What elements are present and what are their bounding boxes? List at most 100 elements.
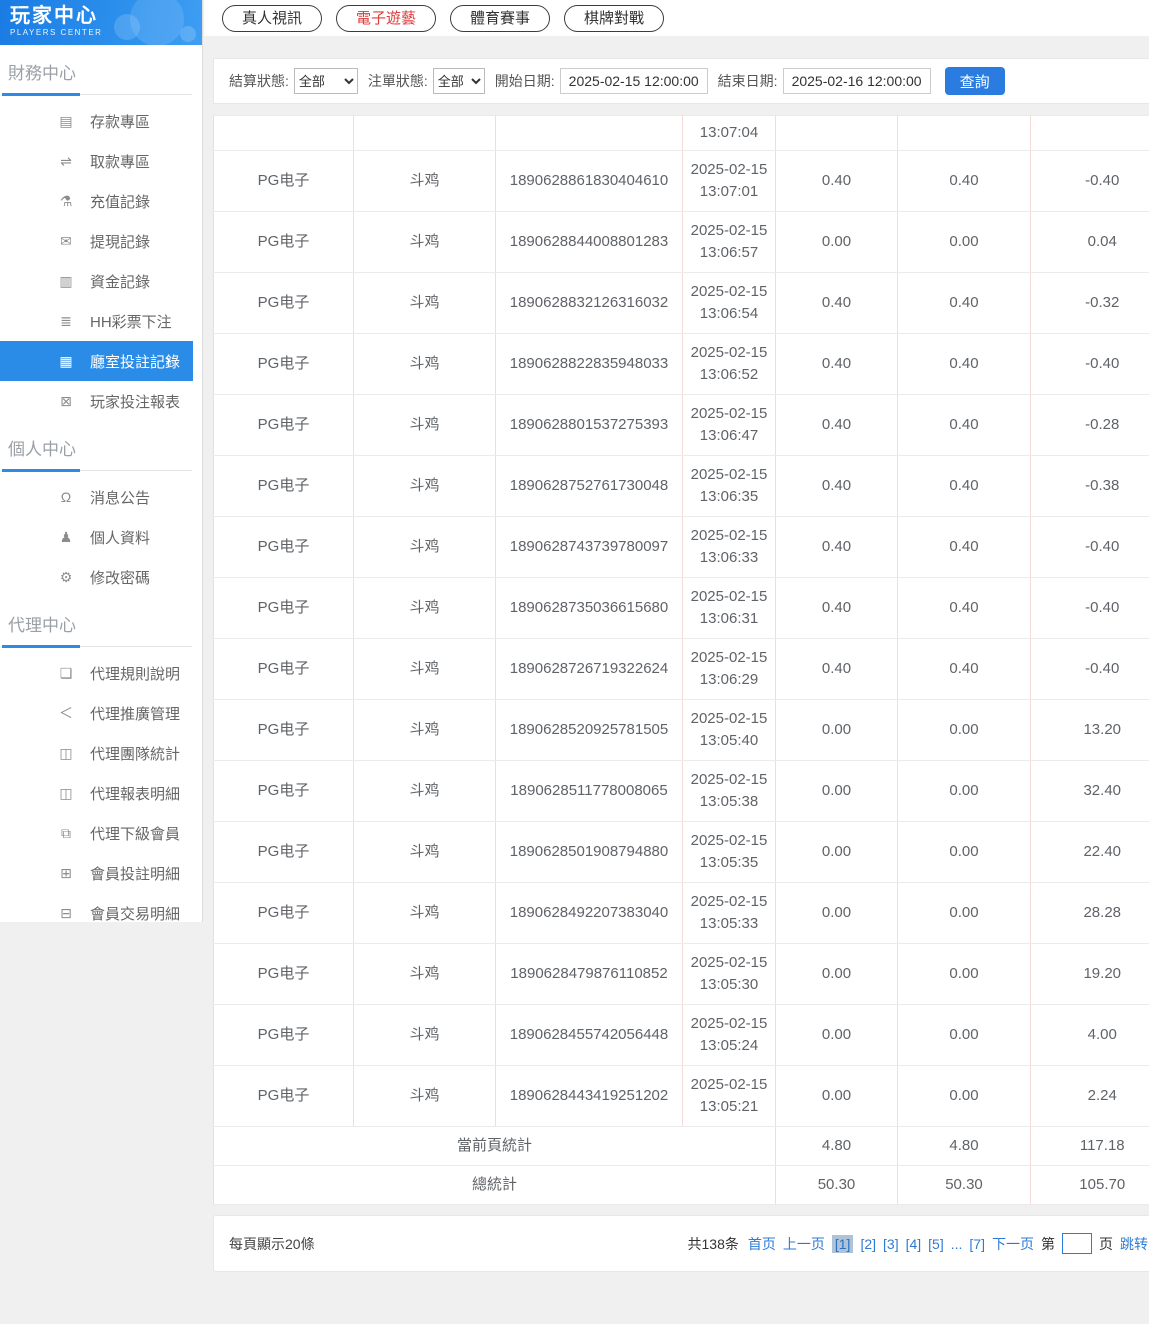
sidebar-item[interactable]: ◫代理報表明細 xyxy=(0,773,202,813)
jump-button[interactable]: 跳转 xyxy=(1120,1234,1148,1254)
sidebar-item[interactable]: ⊟ 會員交易明細 xyxy=(0,893,202,933)
agent-rules-icon: ❏ xyxy=(58,665,74,682)
valid-bet-cell: 0.40 xyxy=(898,578,1031,639)
deposit-icon: ▤ xyxy=(58,113,74,130)
app-logo: 玩家中心 PLAYERS CENTER xyxy=(0,0,202,45)
platform-cell: PG电子 xyxy=(214,700,354,761)
winloss-cell: -0.38 xyxy=(1031,456,1149,517)
page-link[interactable]: [3] xyxy=(883,1236,899,1252)
game-cell xyxy=(354,116,496,151)
bet-amount-cell: 0.00 xyxy=(776,212,898,273)
sidebar-item-label: 玩家投注報表 xyxy=(90,391,180,412)
jump-page-input[interactable] xyxy=(1062,1233,1092,1254)
valid-bet-cell: 0.00 xyxy=(898,1005,1031,1066)
end-date-input[interactable] xyxy=(783,68,931,94)
time-cell: 2025-02-15 13:06:33 xyxy=(683,517,776,578)
winloss-cell: 2.24 xyxy=(1031,1066,1149,1127)
game-cell: 斗鸡 xyxy=(354,700,496,761)
game-cell: 斗鸡 xyxy=(354,273,496,334)
sidebar-item[interactable]: ♟個人資料 xyxy=(0,517,202,557)
page-link[interactable]: [5] xyxy=(928,1236,944,1252)
sidebar-item-active[interactable]: ▦廳室投註記錄› xyxy=(0,341,193,381)
winloss-cell: -0.40 xyxy=(1031,517,1149,578)
password-gear-icon: ⚙ xyxy=(58,569,74,586)
time-cell: 2025-02-15 13:05:30 xyxy=(683,944,776,1005)
tab-active-category[interactable]: 電子遊藝 xyxy=(336,5,436,32)
time-cell: 2025-02-15 13:05:24 xyxy=(683,1005,776,1066)
sidebar-item[interactable]: ⊠玩家投注報表 xyxy=(0,381,202,421)
next-page-link[interactable]: 下一页 xyxy=(992,1234,1034,1254)
order-status-select[interactable]: 全部 xyxy=(433,68,485,94)
agent-promotion-icon: ＜ xyxy=(58,703,74,723)
sidebar-item-label: HH彩票下注 xyxy=(90,311,172,332)
sidebar-item[interactable]: ◫代理團隊統計 xyxy=(0,733,202,773)
filter-bar: 結算狀態: 全部 注單狀態: 全部 開始日期: 結束日期: 查詢 xyxy=(213,58,1149,104)
sidebar-item-label: 代理下級會員 xyxy=(90,823,180,844)
summary-valid-bet-cell: 4.80 xyxy=(898,1127,1031,1166)
table-row: PG电子斗鸡18906288440088012832025-02-15 13:0… xyxy=(214,212,1149,273)
winloss-cell: -0.40 xyxy=(1031,639,1149,700)
game-cell: 斗鸡 xyxy=(354,578,496,639)
section-underline xyxy=(2,92,192,95)
valid-bet-cell: 0.40 xyxy=(898,151,1031,212)
bet-amount-cell: 0.40 xyxy=(776,639,898,700)
sidebar-item[interactable]: ⊞會員投註明細 xyxy=(0,853,202,893)
sidebar-item[interactable]: ❏代理規則說明 xyxy=(0,653,202,693)
bet-amount-cell xyxy=(776,116,898,151)
start-date-input[interactable] xyxy=(560,68,708,94)
sidebar-item[interactable]: ▤存款專區 xyxy=(0,101,202,141)
sidebar-item-label: 會員交易明細 xyxy=(90,903,180,924)
page-ellipsis: ... xyxy=(951,1236,963,1252)
hall-bet-record-icon: ▦ xyxy=(58,353,74,370)
bet-amount-cell: 0.00 xyxy=(776,1005,898,1066)
pager: 共138条首页上一页[1][2][3][4][5]...[7]下一页第页跳转 xyxy=(688,1233,1149,1254)
time-cell: 2025-02-15 13:06:52 xyxy=(683,334,776,395)
platform-cell: PG电子 xyxy=(214,761,354,822)
member-transaction-icon: ⊟ xyxy=(58,905,74,922)
bet-id-cell: 1890628511778008065 xyxy=(496,761,683,822)
winloss-cell xyxy=(1031,116,1149,151)
sidebar-item[interactable]: ✉提現記錄 xyxy=(0,221,202,261)
tab-category[interactable]: 體育賽事 xyxy=(450,5,550,32)
prev-page-link[interactable]: 上一页 xyxy=(783,1234,825,1254)
page-link[interactable]: [7] xyxy=(969,1236,985,1252)
sidebar-item[interactable]: ⇌取款專區 xyxy=(0,141,202,181)
valid-bet-cell: 0.40 xyxy=(898,639,1031,700)
search-button[interactable]: 查詢 xyxy=(945,67,1005,95)
sidebar-item-label: 消息公告 xyxy=(90,487,150,508)
tab-category[interactable]: 真人視訊 xyxy=(222,5,322,32)
page-link[interactable]: [2] xyxy=(860,1236,876,1252)
time-cell: 2025-02-15 13:06:31 xyxy=(683,578,776,639)
sidebar: 玩家中心 PLAYERS CENTER 財務中心▤存款專區⇌取款專區⚗充值記錄✉… xyxy=(0,0,203,922)
start-date-label: 開始日期: xyxy=(495,71,555,91)
sidebar-item-label: 會員投註明細 xyxy=(90,863,180,884)
valid-bet-cell: 0.00 xyxy=(898,761,1031,822)
settle-status-select[interactable]: 全部 xyxy=(294,68,358,94)
valid-bet-cell: 0.40 xyxy=(898,395,1031,456)
game-controller-graphic xyxy=(114,14,140,40)
winloss-cell: -0.32 xyxy=(1031,273,1149,334)
winloss-cell: -0.40 xyxy=(1031,334,1149,395)
sidebar-item[interactable]: ≣HH彩票下注 xyxy=(0,301,202,341)
tab-category[interactable]: 棋牌對戰 xyxy=(564,5,664,32)
sidebar-item[interactable]: ⧉代理下級會員 xyxy=(0,813,202,853)
sidebar-item-label: 取款專區 xyxy=(90,151,150,172)
sidebar-item[interactable]: ⚙修改密碼 xyxy=(0,557,202,597)
current-page-link[interactable]: [1] xyxy=(832,1235,854,1253)
recharge-record-icon: ⚗ xyxy=(58,193,74,210)
bet-id-cell: 1890628735036615680 xyxy=(496,578,683,639)
sidebar-item[interactable]: Ω消息公告 xyxy=(0,477,202,517)
time-cell: 2025-02-15 13:07:01 xyxy=(683,151,776,212)
sidebar-item[interactable]: ⚗充值記錄 xyxy=(0,181,202,221)
first-page-link[interactable]: 首页 xyxy=(748,1234,776,1254)
pagination-bar: 每頁顯示20條 共138条首页上一页[1][2][3][4][5]...[7]下… xyxy=(213,1215,1149,1272)
valid-bet-cell: 0.40 xyxy=(898,517,1031,578)
table-row: PG电子斗鸡18906287350366156802025-02-15 13:0… xyxy=(214,578,1149,639)
page-link[interactable]: [4] xyxy=(906,1236,922,1252)
summary-label-cell: 總統計 xyxy=(214,1166,776,1205)
winloss-cell: -0.40 xyxy=(1031,151,1149,212)
sidebar-item[interactable]: ▥資金記錄 xyxy=(0,261,202,301)
bet-records-table: 13:07:04PG电子斗鸡18906288618304046102025-02… xyxy=(213,115,1149,1205)
sidebar-item[interactable]: ＜代理推廣管理 xyxy=(0,693,202,733)
sidebar-section-title: 個人中心 xyxy=(0,421,202,468)
